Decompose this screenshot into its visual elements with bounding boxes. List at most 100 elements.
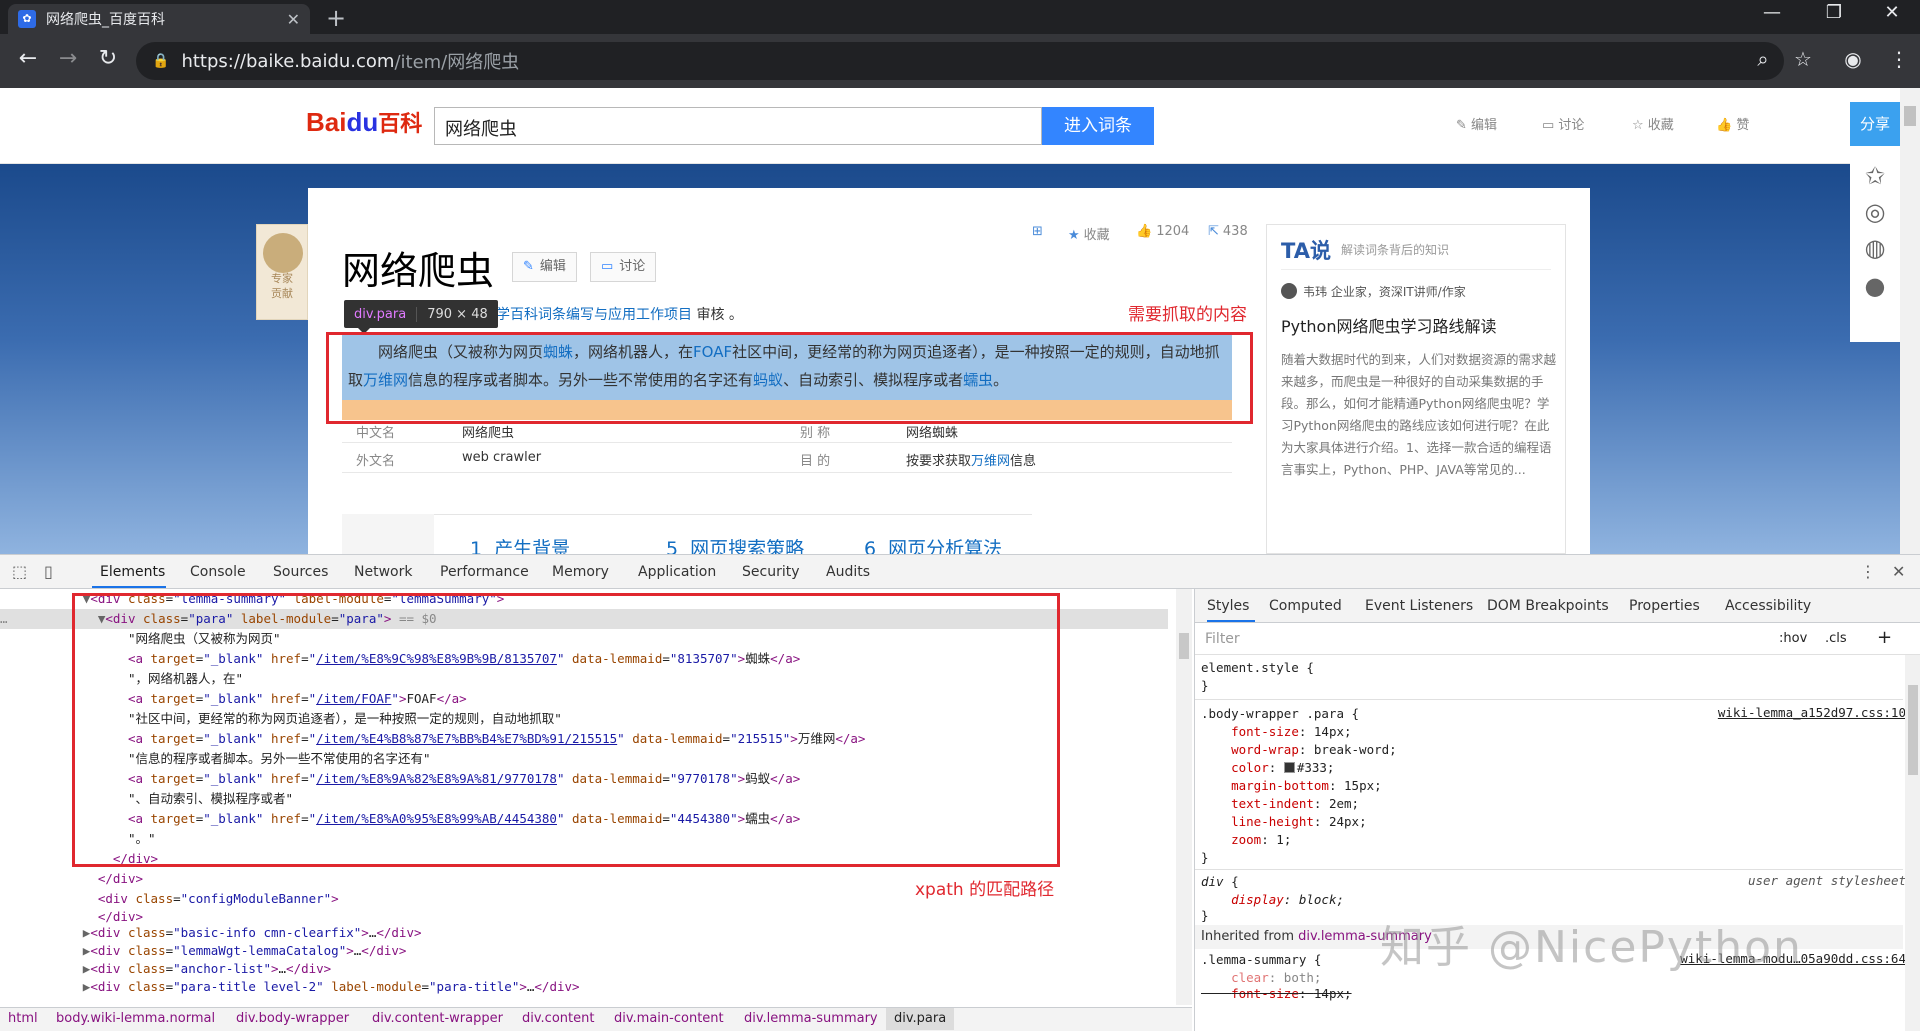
dom-node[interactable]: ▶<div class="basic-info cmn-clearfix">…<… (0, 923, 1168, 943)
css-rule-selector[interactable]: .body-wrapper .para { (1201, 705, 1359, 723)
close-window-icon[interactable]: ✕ (1872, 2, 1912, 23)
header-discuss-link[interactable]: ▭ 讨论 (1542, 114, 1584, 133)
collect-action[interactable]: ★ 收藏 (1068, 224, 1110, 243)
divider (1195, 869, 1903, 870)
css-declaration-overridden[interactable]: font-size: 14px; (1201, 985, 1351, 1003)
qq-icon[interactable]: ● (1862, 272, 1888, 300)
css-declaration[interactable]: word-wrap: break-word; (1201, 741, 1397, 759)
styles-scrollbar[interactable] (1905, 655, 1920, 1031)
wanweiwang-link[interactable]: 万维网 (971, 454, 1010, 469)
scrollbar-thumb[interactable] (1904, 106, 1916, 126)
breadcrumb-item[interactable]: div.lemma-summary (744, 1008, 878, 1030)
discuss-button[interactable]: ▭ 讨论 (590, 252, 657, 282)
star-icon[interactable]: ☆ (1788, 47, 1818, 71)
restore-icon[interactable]: ❐ (1814, 2, 1854, 23)
dom-node[interactable]: ▶<div class="anchor-list">…</div> (0, 959, 1168, 979)
add-rule-icon[interactable]: + (1877, 627, 1892, 648)
breadcrumb-item[interactable]: div.content-wrapper (372, 1008, 503, 1030)
css-declaration[interactable]: line-height: 24px; (1201, 813, 1367, 831)
baidu-baike-logo[interactable]: Baidu百科 (306, 106, 422, 138)
wechat-icon[interactable]: ◍ (1862, 234, 1888, 262)
back-icon[interactable]: ← (14, 46, 42, 71)
css-declaration[interactable]: color: #333; (1201, 759, 1334, 777)
tab-computed[interactable]: Computed (1269, 598, 1342, 614)
css-declaration[interactable]: font-size: 14px; (1201, 723, 1351, 741)
tab-network[interactable]: Network (354, 564, 412, 580)
inspect-element-icon[interactable]: ⬚ (12, 562, 27, 581)
device-toggle-icon[interactable]: ▯ (44, 562, 53, 581)
css-declaration[interactable]: margin-bottom: 15px; (1201, 777, 1382, 795)
like-action[interactable]: 👍 1204 (1136, 224, 1189, 239)
share-button[interactable]: 分享 (1850, 102, 1900, 146)
weibo-icon[interactable]: ◎ (1862, 198, 1888, 226)
close-tab-icon[interactable]: ✕ (287, 10, 300, 29)
tab-audits[interactable]: Audits (826, 564, 870, 580)
breadcrumb-item[interactable]: div.body-wrapper (236, 1008, 349, 1030)
ta-article-title[interactable]: Python网络爬虫学习路线解读 (1281, 313, 1496, 337)
basic-info-value: web crawler (462, 450, 542, 465)
reload-icon[interactable]: ↻ (94, 46, 122, 71)
catalog-item[interactable]: 5 网页搜索策略 (666, 534, 804, 554)
tab-console[interactable]: Console (190, 564, 246, 580)
hover-state-toggle[interactable]: :hov (1779, 631, 1807, 646)
zoom-icon[interactable]: ⌕ (1748, 47, 1778, 71)
new-tab-icon[interactable]: + (326, 4, 346, 32)
tab-accessibility[interactable]: Accessibility (1725, 598, 1811, 614)
css-declaration[interactable]: zoom: 1; (1201, 831, 1291, 849)
filter-input[interactable]: Filter (1205, 631, 1240, 647)
scrollbar-thumb[interactable] (1908, 685, 1918, 775)
devtools-menu-icon[interactable]: ⋮ (1860, 562, 1876, 581)
color-swatch[interactable] (1283, 762, 1295, 773)
scrollbar-thumb[interactable] (1179, 633, 1189, 659)
css-declaration[interactable]: display: block; (1201, 891, 1344, 909)
tab-performance[interactable]: Performance (440, 564, 529, 580)
css-rule-selector[interactable]: div { (1201, 873, 1239, 891)
class-toggle[interactable]: .cls (1825, 631, 1847, 646)
address-bar[interactable]: 🔒 https://baike.baidu.com/item/网络爬虫 (136, 42, 1784, 80)
catalog-item[interactable]: 6 网页分析算法 (864, 534, 1002, 554)
tab-memory[interactable]: Memory (552, 564, 609, 580)
edit-button[interactable]: ✎ 编辑 (512, 252, 577, 282)
close-devtools-icon[interactable]: ✕ (1892, 562, 1905, 581)
breadcrumb-item-current[interactable]: div.para (886, 1008, 955, 1030)
breadcrumb-item[interactable]: div.main-content (614, 1008, 724, 1030)
basic-info-value: 网络蜘蛛 (906, 426, 959, 441)
dom-node[interactable]: ▶<div class="lemmaWgt-lemmaCatalog">…</d… (0, 941, 1168, 961)
incognito-icon[interactable]: ◉ (1838, 47, 1868, 71)
tab-styles[interactable]: Styles (1207, 598, 1249, 614)
ta-author[interactable]: 韦玮 企业家，资深IT讲师/作家 (1281, 283, 1466, 300)
devtools-panel: ⬚ ▯ Elements Console Sources Network Per… (0, 554, 1920, 1031)
elements-scrollbar[interactable] (1176, 589, 1192, 1005)
forward-icon[interactable]: → (54, 46, 82, 71)
tab-properties[interactable]: Properties (1629, 598, 1700, 614)
minimize-icon[interactable]: — (1752, 2, 1792, 23)
header-collect-link[interactable]: ☆ 收藏 (1632, 114, 1674, 133)
header-edit-link[interactable]: ✎ 编辑 (1456, 114, 1497, 133)
css-rule-selector[interactable]: .lemma-summary { (1201, 951, 1321, 969)
header-like-link[interactable]: 👍 赞 (1716, 114, 1749, 133)
css-source-link[interactable]: wiki-lemma_a152d97.css:10 (1718, 705, 1906, 720)
breadcrumb-item[interactable]: html (8, 1008, 38, 1030)
search-input[interactable]: 网络爬虫 (434, 107, 1042, 145)
expert-badge[interactable]: 专家 贡献 (256, 224, 308, 320)
share-action[interactable]: ⇱ 438 (1208, 224, 1248, 239)
tab-elements[interactable]: Elements (100, 564, 165, 580)
page-scrollbar[interactable] (1900, 88, 1920, 554)
add-icon[interactable]: ⊞ (1032, 224, 1047, 239)
catalog-item[interactable]: 1 产生背景 (470, 534, 570, 554)
breadcrumb-item[interactable]: body.wiki-lemma.normal (56, 1008, 215, 1030)
favorite-star-icon[interactable]: ✩ (1862, 162, 1888, 190)
breadcrumb-item[interactable]: div.content (522, 1008, 594, 1030)
css-rule-selector[interactable]: element.style { (1201, 659, 1314, 677)
browser-tab[interactable]: ✿ 网络爬虫_百度百科 ✕ (8, 4, 310, 34)
audit-link[interactable]: 学百科词条编写与应用工作项目 (496, 307, 692, 323)
menu-icon[interactable]: ⋮ (1884, 47, 1914, 71)
tab-event-listeners[interactable]: Event Listeners (1365, 598, 1473, 614)
enter-lemma-button[interactable]: 进入词条 (1042, 107, 1154, 145)
css-declaration[interactable]: text-indent: 2em; (1201, 795, 1359, 813)
tab-dom-breakpoints[interactable]: DOM Breakpoints (1487, 598, 1609, 614)
tab-application[interactable]: Application (638, 564, 716, 580)
tab-security[interactable]: Security (742, 564, 800, 580)
tab-sources[interactable]: Sources (273, 564, 328, 580)
dom-node[interactable]: ▶<div class="para-title level-2" label-m… (0, 977, 1168, 997)
